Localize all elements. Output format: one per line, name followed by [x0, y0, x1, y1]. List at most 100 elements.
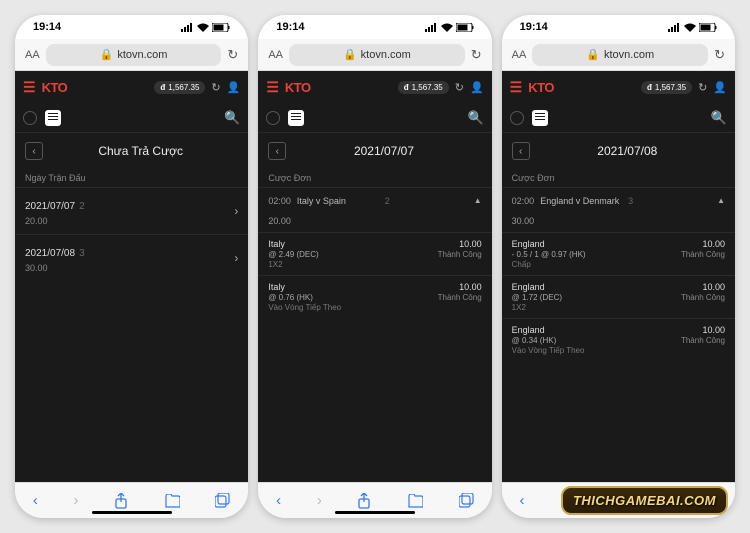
status-icons [668, 23, 717, 32]
match-count: 3 [628, 196, 633, 206]
tabs-icon[interactable] [215, 493, 230, 508]
home-indicator[interactable] [92, 511, 172, 514]
sports-tab-icon[interactable] [510, 111, 524, 125]
back-button[interactable]: ‹ [25, 142, 43, 160]
phone-screen-1: 19:14 AA 🔒 ktovn.com ↻ ☰ KTO đ 1,567.35 … [15, 15, 248, 518]
url-field[interactable]: 🔒 ktovn.com [46, 44, 222, 66]
bet-stake: 10.00 [681, 282, 725, 292]
text-size-button[interactable]: AA [512, 49, 527, 61]
share-icon[interactable] [357, 493, 371, 509]
tabs-row: 🔍 [502, 103, 735, 133]
balance-display[interactable]: đ 1,567.35 [154, 81, 205, 94]
nav-back-icon[interactable]: ‹ [276, 492, 281, 509]
match-count: 2 [385, 196, 390, 206]
search-icon[interactable]: 🔍 [224, 110, 240, 126]
betslip-tab-icon[interactable] [532, 110, 548, 126]
user-icon[interactable]: 👤 [227, 81, 241, 94]
user-icon[interactable]: 👤 [713, 81, 727, 94]
home-indicator[interactable] [335, 511, 415, 514]
bet-team: England [512, 239, 681, 249]
reload-button[interactable]: ↻ [471, 47, 482, 63]
betslip-tab-icon[interactable] [288, 110, 304, 126]
watermark: THICHGAMEBAI.COM [561, 486, 728, 515]
app-header: ☰ KTO đ 1,567.35 ↻ 👤 [502, 71, 735, 103]
browser-url-bar: AA 🔒 ktovn.com ↻ [15, 39, 248, 71]
back-button[interactable]: ‹ [268, 142, 286, 160]
reload-button[interactable]: ↻ [714, 47, 725, 63]
bet-status: Thành Công [681, 250, 725, 259]
page-title: 2021/07/08 [530, 144, 725, 158]
kto-logo[interactable]: KTO [42, 80, 68, 95]
bet-stake: 10.00 [438, 239, 482, 249]
section-label: Cược Đơn [502, 169, 735, 187]
user-icon[interactable]: 👤 [470, 81, 484, 94]
nav-back-icon[interactable]: ‹ [33, 492, 38, 509]
back-button[interactable]: ‹ [512, 142, 530, 160]
nav-back-icon[interactable]: ‹ [519, 492, 524, 509]
chevron-right-icon: › [234, 251, 238, 265]
date-row[interactable]: 2021/07/083 30.00 › [15, 234, 248, 281]
bet-row[interactable]: England @ 0.34 (HK) Vào Vòng Tiếp Theo 1… [502, 318, 735, 361]
date-row[interactable]: 2021/07/072 20.00 › [15, 187, 248, 234]
bet-odds: @ 1.72 (DEC) [512, 293, 681, 302]
kto-logo[interactable]: KTO [528, 80, 554, 95]
bet-row[interactable]: England - 0.5 / 1 @ 0.97 (HK) Chấp 10.00… [502, 232, 735, 275]
search-icon[interactable]: 🔍 [467, 110, 483, 126]
status-bar: 19:14 [258, 15, 491, 39]
bet-row[interactable]: Italy @ 0.76 (HK) Vào Vòng Tiếp Theo 10.… [258, 275, 491, 318]
bookmarks-icon[interactable] [164, 494, 180, 508]
balance-amount: 1,567.35 [168, 83, 199, 92]
match-time: 02:00 [268, 196, 291, 206]
chevron-right-icon: › [234, 204, 238, 218]
text-size-button[interactable]: AA [268, 49, 283, 61]
bet-type: Vào Vòng Tiếp Theo [268, 303, 437, 312]
date-amount: 20.00 [25, 216, 234, 226]
date-amount: 30.00 [25, 263, 234, 273]
search-icon[interactable]: 🔍 [711, 110, 727, 126]
match-name: Italy v Spain [297, 196, 381, 206]
tabs-row: 🔍 [258, 103, 491, 133]
share-icon[interactable] [114, 493, 128, 509]
sports-tab-icon[interactable] [23, 111, 37, 125]
url-domain: ktovn.com [117, 49, 167, 61]
match-time: 02:00 [512, 196, 535, 206]
bet-type: 1X2 [512, 303, 681, 312]
kto-logo[interactable]: KTO [285, 80, 311, 95]
url-field[interactable]: 🔒 ktovn.com [532, 44, 708, 66]
match-header[interactable]: 02:00 Italy v Spain 2 ▲ [258, 187, 491, 214]
bet-team: Italy [268, 282, 437, 292]
match-name: England v Denmark [540, 196, 624, 206]
url-field[interactable]: 🔒 ktovn.com [289, 44, 465, 66]
status-bar: 19:14 [502, 15, 735, 39]
bet-row[interactable]: Italy @ 2.49 (DEC) 1X2 10.00 Thành Công [258, 232, 491, 275]
page-title-row: ‹ 2021/07/07 [258, 133, 491, 169]
bet-stake: 10.00 [681, 239, 725, 249]
reload-button[interactable]: ↻ [227, 47, 238, 63]
bet-row[interactable]: England @ 1.72 (DEC) 1X2 10.00 Thành Côn… [502, 275, 735, 318]
bookmarks-icon[interactable] [407, 494, 423, 508]
nav-forward-icon[interactable]: › [73, 492, 78, 509]
balance-display[interactable]: đ 1,567.35 [641, 81, 692, 94]
bet-odds: @ 0.76 (HK) [268, 293, 437, 302]
betslip-tab-icon[interactable] [45, 110, 61, 126]
menu-icon[interactable]: ☰ [23, 79, 36, 96]
text-size-button[interactable]: AA [25, 49, 40, 61]
refresh-balance-button[interactable]: ↻ [698, 81, 707, 94]
sports-tab-icon[interactable] [266, 111, 280, 125]
bet-type: Vào Vòng Tiếp Theo [512, 346, 681, 355]
nav-forward-icon[interactable]: › [317, 492, 322, 509]
currency-symbol: đ [647, 83, 652, 92]
refresh-balance-button[interactable]: ↻ [211, 81, 220, 94]
menu-icon[interactable]: ☰ [266, 79, 279, 96]
bet-odds: @ 2.49 (DEC) [268, 250, 437, 259]
balance-display[interactable]: đ 1,567.35 [398, 81, 449, 94]
collapse-icon: ▲ [474, 196, 482, 205]
tabs-icon[interactable] [459, 493, 474, 508]
status-bar: 19:14 [15, 15, 248, 39]
menu-icon[interactable]: ☰ [510, 79, 523, 96]
match-header[interactable]: 02:00 England v Denmark 3 ▲ [502, 187, 735, 214]
refresh-balance-button[interactable]: ↻ [455, 81, 464, 94]
phone-screen-2: 19:14 AA 🔒 ktovn.com ↻ ☰ KTO đ 1,567.35 … [258, 15, 491, 518]
date-count: 3 [79, 248, 85, 259]
bet-status: Thành Công [681, 336, 725, 345]
